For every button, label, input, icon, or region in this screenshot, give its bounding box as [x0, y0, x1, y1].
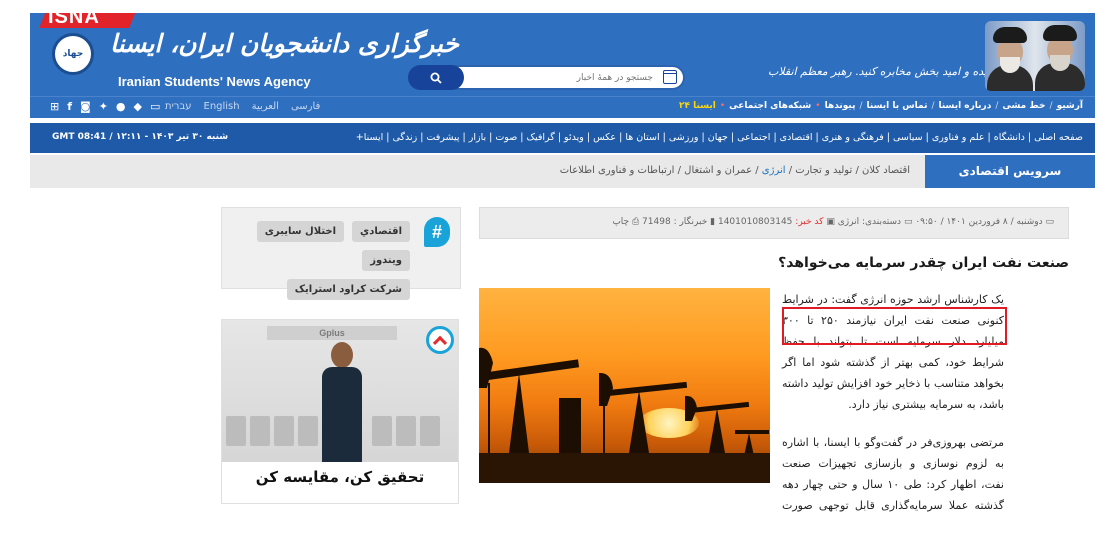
ad-caption[interactable]: تحقیق کن، مقایسه کن [222, 468, 458, 486]
lang-persian[interactable]: فارسی [291, 101, 320, 112]
service-links: اقتصاد کلان / تولید و تجارت / انرژی / عم… [559, 165, 910, 176]
service-link-ict[interactable]: ارتباطات و فناوری اطلاعات [560, 165, 675, 176]
tag-economic[interactable]: اقتصادي [352, 221, 410, 242]
isna-logo-text[interactable]: ISNA [48, 13, 100, 29]
tag-windows[interactable]: ویندوز [362, 250, 410, 271]
link-policy[interactable]: خط مشی [1002, 101, 1045, 111]
article-meta-bar: ▭ دوشنبه / ۸ فروردین ۱۴۰۱ / ۰۹:۵۰ ▭ دسته… [479, 207, 1069, 239]
link-social[interactable]: شبکه‌های اجتماعی [729, 101, 811, 111]
android-icon[interactable]: ◆ [134, 100, 142, 113]
link-isna24[interactable]: ایسنا ۲۴ [679, 101, 716, 111]
language-links: עברית English العربية فارسی [165, 101, 320, 112]
link-archive[interactable]: آرشیو [1057, 101, 1083, 111]
top-links-bar: ⊞ f ◙ ✦ ● ◆ ▭ עברית English العربية فارس… [30, 96, 1095, 118]
hashtag-icon: # [424, 217, 450, 247]
search-box [408, 65, 685, 90]
lang-hebrew[interactable]: עברית [165, 101, 192, 112]
mic-icon: ▮ [710, 217, 716, 227]
lang-english[interactable]: English [204, 101, 240, 112]
site-header: ISNA جهاد خبرگزاری دانشجویان ایران، ایسن… [30, 13, 1095, 96]
archive-icon[interactable]: ⊞ [50, 100, 59, 113]
tag-list: اقتصادي اختلال سایبری ویندوز شرکت کراود … [234, 221, 410, 300]
ground-silhouette [479, 453, 770, 483]
emblem-label: جهاد [62, 49, 84, 59]
search-button[interactable] [408, 65, 464, 90]
reporter-label: خبرنگار : [673, 217, 708, 227]
service-bar: سرویس اقتصادی اقتصاد کلان / تولید و تجار… [30, 155, 1095, 188]
tags-box: # اقتصادي اختلال سایبری ویندوز شرکت کراو… [221, 207, 461, 300]
service-link-energy[interactable]: انرژی [762, 165, 786, 176]
store-sign: Gplus [267, 326, 397, 340]
code-icon: ▣ [826, 217, 835, 227]
service-link-construction[interactable]: عمران و اشتغال [684, 165, 752, 176]
article-meta: ▭ دوشنبه / ۸ فروردین ۱۴۰۱ / ۰۹:۵۰ ▭ دسته… [612, 217, 1054, 227]
news-code: 1401010803145 [717, 217, 793, 227]
article-category[interactable]: دسته‌بندی: انرژی [838, 217, 901, 227]
ad-presenter [322, 342, 362, 462]
article-date: دوشنبه / ۸ فروردین ۱۴۰۱ / ۰۹:۵۰ [915, 217, 1043, 227]
calendar-icon[interactable] [663, 70, 677, 84]
main-category-bar: شنبه ۳۰ تیر ۱۴۰۳ - ۱۲:۱۱ / GMT 08:41 صفح… [30, 123, 1095, 153]
print-link[interactable]: چاپ [612, 217, 629, 227]
link-contact[interactable]: تماس با ایسنا [867, 101, 928, 111]
article-paragraph: مرتضی بهروزی‌فر در گفت‌وگو با ایسنا، با … [782, 436, 1004, 512]
top-nav-links: آرشیو / خط مشی / درباره ایسنا / تماس با ایس… [679, 101, 1083, 111]
apple-icon[interactable]: ● [116, 100, 126, 113]
article-headline: صنعت نفت ایران چقدر سرمایه می‌خواهد؟ [778, 255, 1069, 271]
twitter-icon[interactable]: ✦ [99, 100, 108, 113]
lang-arabic[interactable]: العربية [252, 101, 279, 112]
service-link-trade[interactable]: تولید و تجارت [795, 165, 852, 176]
news-code-label: کد خبر: [795, 217, 824, 227]
instagram-icon[interactable]: ◙ [80, 100, 91, 113]
highlight-box [782, 307, 1007, 345]
search-input[interactable] [470, 69, 653, 87]
service-title[interactable]: سرویس اقتصادی [925, 155, 1095, 188]
reporter-code[interactable]: 71498 [642, 217, 671, 227]
calendar-icon: ▭ [1045, 217, 1054, 227]
folder-icon: ▭ [903, 217, 913, 227]
article-image-oil-pumps [479, 288, 770, 483]
monitor-icon[interactable]: ▭ [150, 100, 160, 113]
service-link-macro[interactable]: اقتصاد کلان [862, 165, 910, 176]
link-links[interactable]: پیوندها [825, 101, 856, 111]
brand-title-en[interactable]: Iranian Students' News Agency [118, 74, 311, 89]
ad-photo: Gplus [222, 320, 458, 462]
link-about[interactable]: درباره ایسنا [939, 101, 992, 111]
facebook-icon[interactable]: f [67, 100, 72, 113]
brand-title-fa[interactable]: خبرگزاری دانشجویان ایران، ایسنا [110, 29, 459, 58]
tag-cyber-outage[interactable]: اختلال سایبری [256, 221, 345, 242]
social-icons: ⊞ f ◙ ✦ ● ◆ ▭ [50, 100, 160, 113]
main-categories[interactable]: صفحه اصلی | دانشگاه | علم و فناوری | سیا… [356, 132, 1083, 143]
isna-emblem-icon[interactable]: جهاد [52, 33, 94, 75]
print-icon[interactable]: ⎙ [632, 217, 639, 227]
sidebar-ad[interactable]: Gplus تحقیق کن، مقایسه کن [221, 319, 459, 504]
leaders-photo [985, 21, 1085, 91]
current-datetime: شنبه ۳۰ تیر ۱۴۰۳ - ۱۲:۱۱ / GMT 08:41 [52, 132, 229, 142]
tag-crowdstrike[interactable]: شرکت کراود استرایک [286, 279, 410, 300]
ad-brand-icon [426, 326, 454, 354]
search-icon [430, 72, 442, 84]
